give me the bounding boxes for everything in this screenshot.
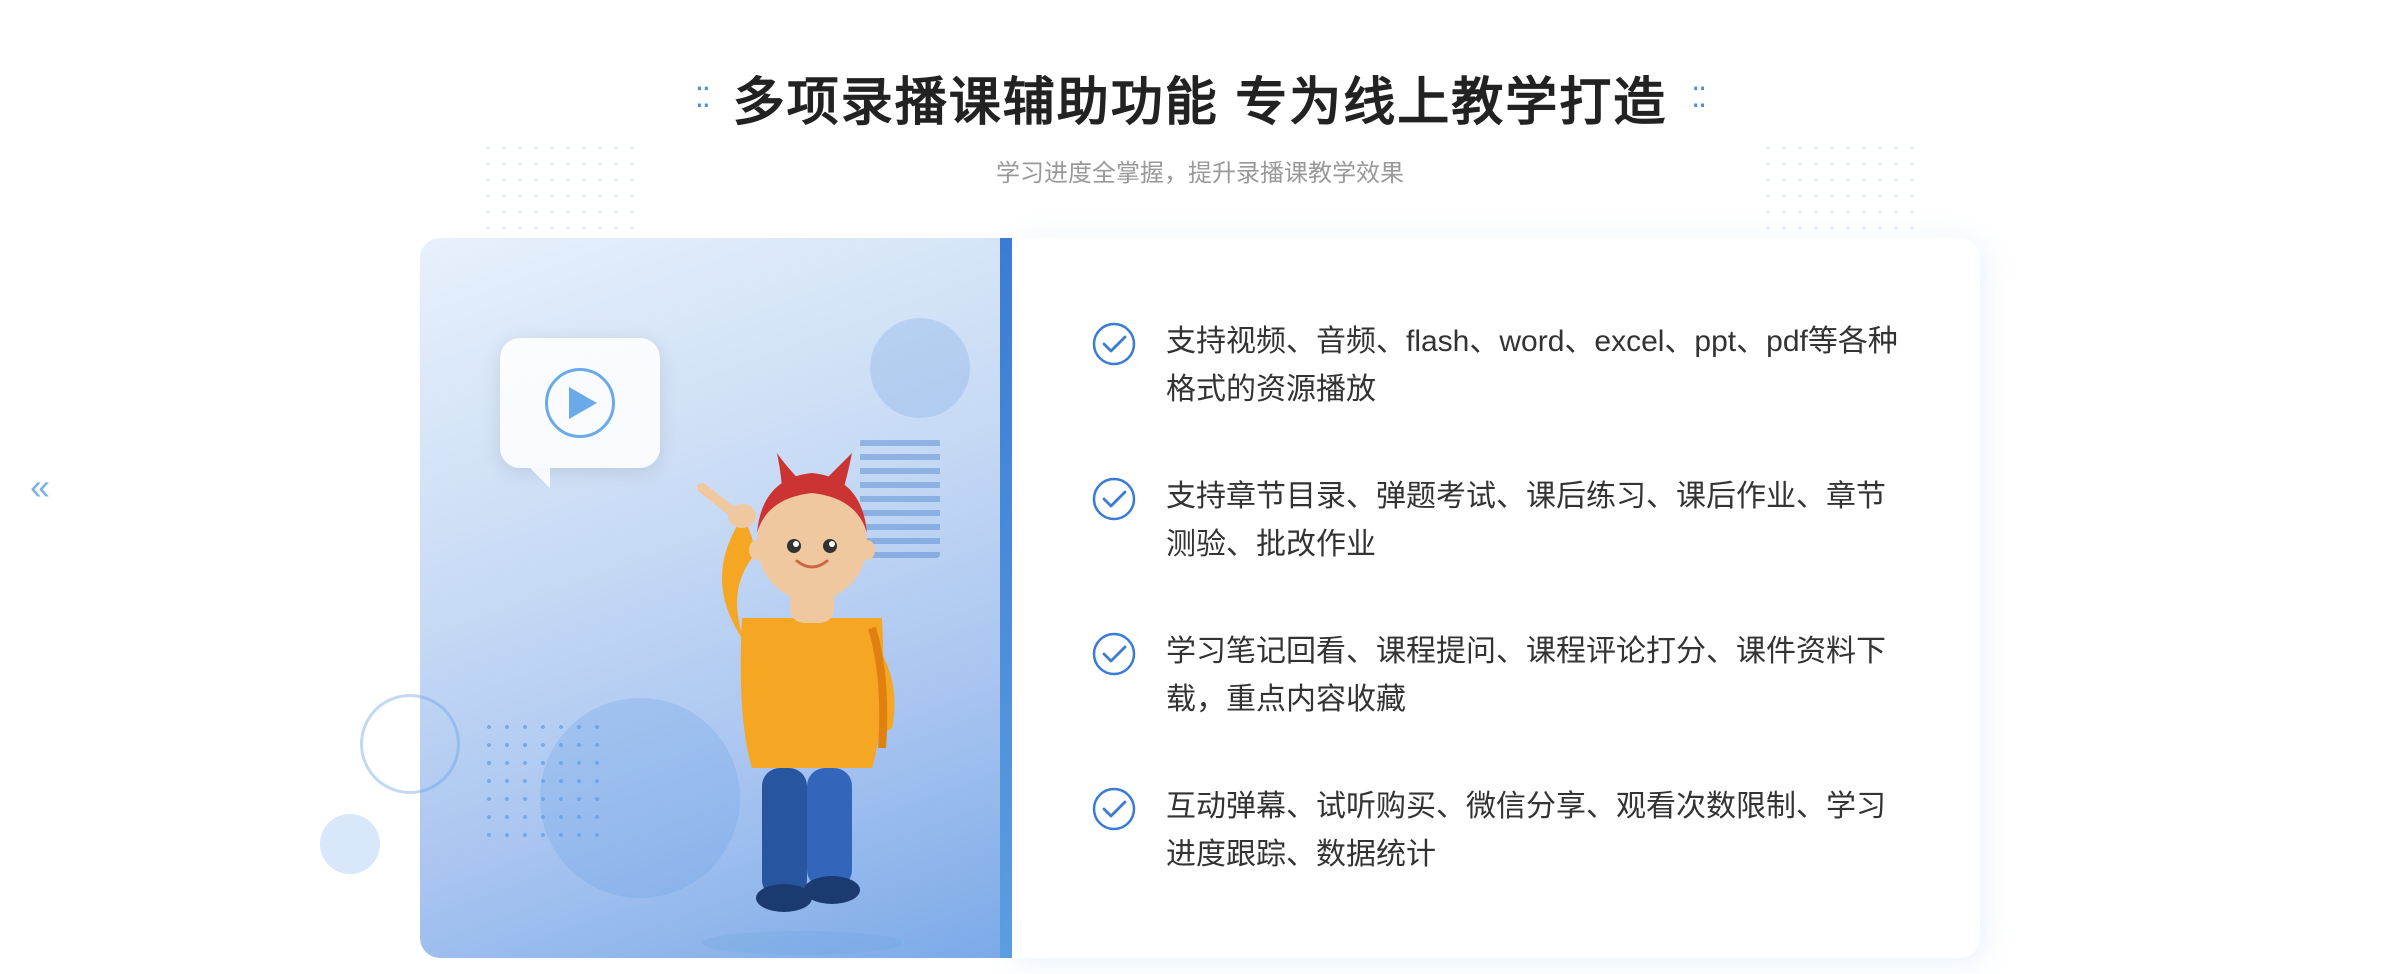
- dots-icon-right: ⁚⁚: [1691, 81, 1705, 114]
- feature-text-3: 学习笔记回看、课程提问、课程评论打分、课件资料下载，重点内容收藏: [1166, 628, 1900, 724]
- deco-circle-filled: [320, 814, 380, 874]
- check-icon-2: [1092, 477, 1136, 521]
- feature-text-4: 互动弹幕、试听购买、微信分享、观看次数限制、学习进度跟踪、数据统计: [1166, 783, 1900, 879]
- page-title: 多项录播课辅助功能 专为线上教学打造: [733, 60, 1667, 135]
- left-nav-arrow[interactable]: «: [30, 466, 50, 508]
- play-triangle-icon: [569, 387, 597, 419]
- content-area: 支持视频、音频、flash、word、excel、ppt、pdf等各种格式的资源…: [420, 238, 1980, 958]
- feature-item-2: 支持章节目录、弹题考试、课后练习、课后作业、章节测验、批改作业: [1092, 453, 1900, 589]
- right-feature-panel: 支持视频、音频、flash、word、excel、ppt、pdf等各种格式的资源…: [1012, 238, 1980, 958]
- page-container: ⁚⁚ 多项录播课辅助功能 专为线上教学打造 ⁚⁚ 学习进度全掌握，提升录播课教学…: [0, 0, 2400, 974]
- check-icon-4: [1092, 787, 1136, 831]
- play-icon-circle: [545, 368, 615, 438]
- feature-item-3: 学习笔记回看、课程提问、课程评论打分、课件资料下载，重点内容收藏: [1092, 608, 1900, 744]
- page-subtitle: 学习进度全掌握，提升录播课教学效果: [996, 153, 1404, 188]
- deco-circle-outline: [360, 694, 460, 794]
- check-icon-1: [1092, 322, 1136, 366]
- play-bubble: [500, 338, 660, 468]
- dots-icon-left: ⁚⁚: [695, 81, 709, 114]
- left-illustration-panel: [420, 238, 1000, 958]
- feature-item-4: 互动弹幕、试听购买、微信分享、观看次数限制、学习进度跟踪、数据统计: [1092, 763, 1900, 899]
- check-icon-3: [1092, 632, 1136, 676]
- feature-text-1: 支持视频、音频、flash、word、excel、ppt、pdf等各种格式的资源…: [1166, 318, 1900, 414]
- feature-item-1: 支持视频、音频、flash、word、excel、ppt、pdf等各种格式的资源…: [1092, 298, 1900, 434]
- header-section: ⁚⁚ 多项录播课辅助功能 专为线上教学打造 ⁚⁚ 学习进度全掌握，提升录播课教学…: [0, 60, 2400, 188]
- separator-bar: [1000, 238, 1012, 958]
- header-title-row: ⁚⁚ 多项录播课辅助功能 专为线上教学打造 ⁚⁚: [695, 60, 1705, 135]
- feature-text-2: 支持章节目录、弹题考试、课后练习、课后作业、章节测验、批改作业: [1166, 473, 1900, 569]
- character-illustration: [642, 398, 982, 958]
